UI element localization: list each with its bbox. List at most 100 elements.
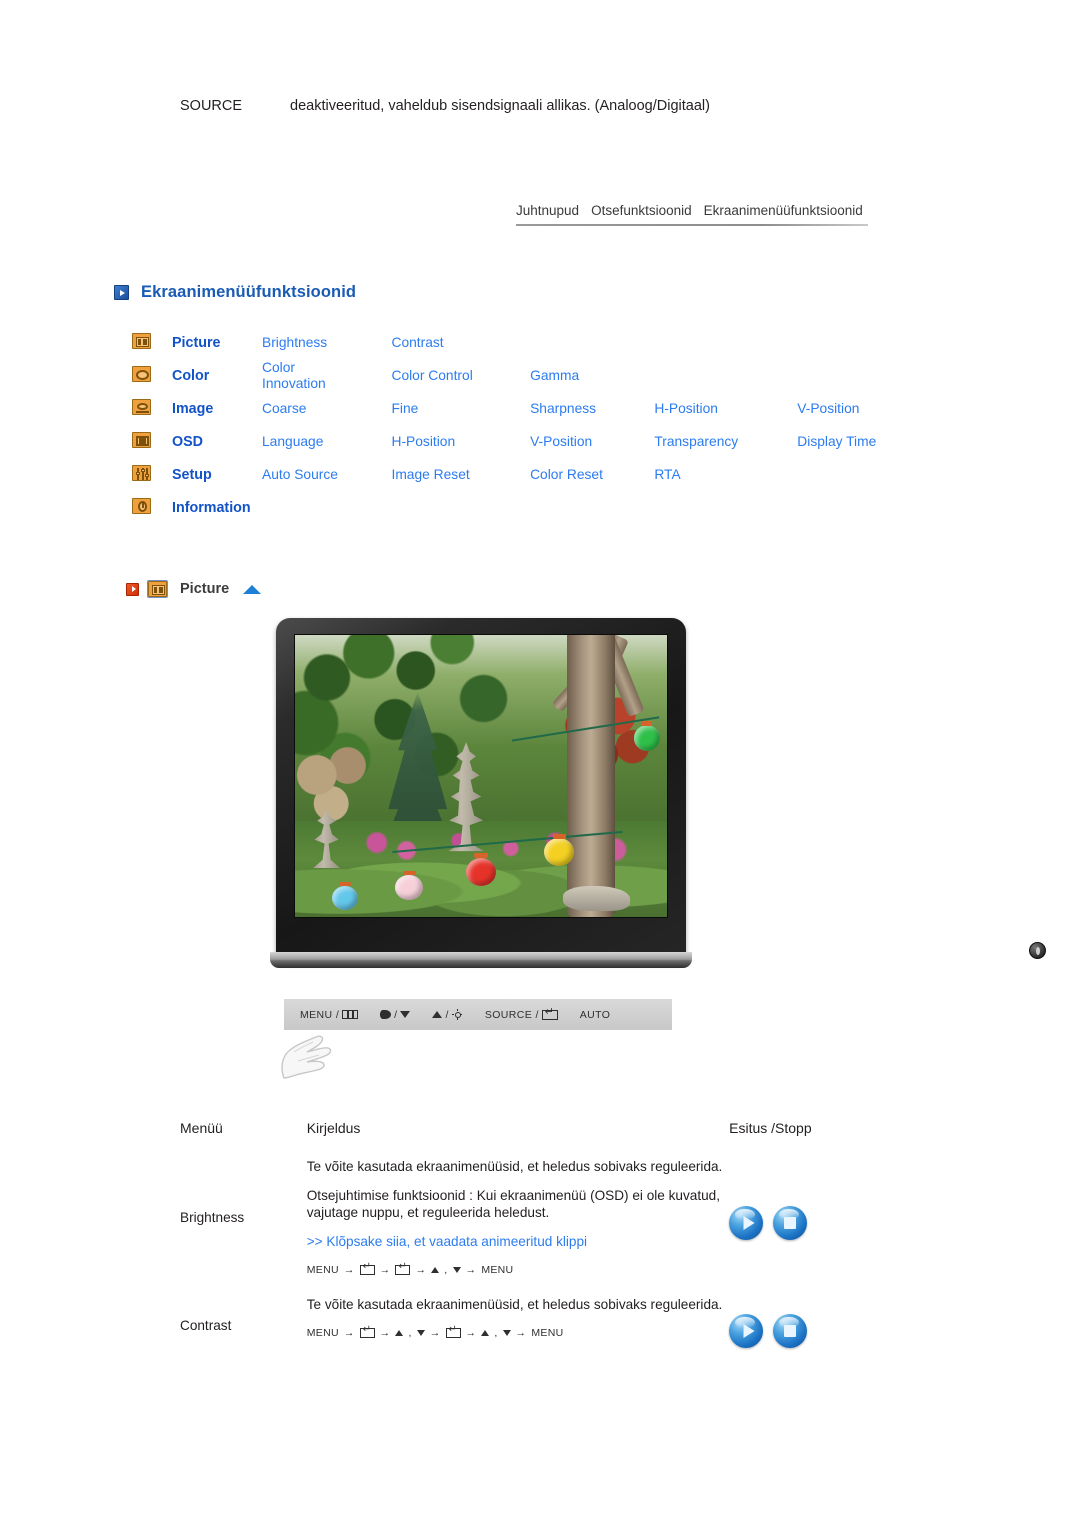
submenu-cell-empty xyxy=(654,359,797,392)
play-button[interactable] xyxy=(729,1314,764,1348)
photo-rock xyxy=(562,886,630,912)
info-icon xyxy=(132,498,151,514)
menu-label-brightness: Brightness xyxy=(180,1210,245,1225)
arrow-right-icon: → xyxy=(343,1327,355,1339)
submenu-image-reset[interactable]: Image Reset xyxy=(391,467,469,482)
submenu-cell[interactable]: H-Position xyxy=(654,392,797,425)
submenu-osd-h-position[interactable]: H-Position xyxy=(391,434,455,449)
submenu-display-time[interactable]: Display Time xyxy=(797,434,876,449)
submenu-cell[interactable]: Color Control xyxy=(391,359,530,392)
monitor-illustration xyxy=(276,618,686,963)
submenu-coarse[interactable]: Coarse xyxy=(262,401,306,416)
brightness-sun-icon xyxy=(451,1009,463,1020)
control-auto-button[interactable]: AUTO xyxy=(580,1009,611,1021)
tab-juhtnupud[interactable]: Juhtnupud xyxy=(516,203,579,218)
play-button[interactable] xyxy=(729,1206,764,1240)
submenu-rta[interactable]: RTA xyxy=(654,467,680,482)
submenu-cell[interactable]: Brightness xyxy=(262,326,391,359)
control-slash-label: / xyxy=(445,1008,449,1021)
menu-name-cell[interactable]: Information xyxy=(172,491,262,524)
submenu-cell[interactable]: V-Position xyxy=(530,425,654,458)
control-auto-label: AUTO xyxy=(579,1008,611,1021)
photo-lantern-blue xyxy=(332,882,359,910)
arrow-down-icon xyxy=(502,1330,511,1336)
control-menu-button[interactable]: MENU / xyxy=(300,1009,359,1021)
power-button-icon[interactable] xyxy=(1029,942,1046,959)
collapse-up-icon[interactable] xyxy=(243,584,262,594)
submenu-cell-empty xyxy=(391,491,530,524)
submenu-gamma[interactable]: Gamma xyxy=(530,368,579,383)
menu-glyph-icon xyxy=(342,1010,359,1019)
image-icon xyxy=(132,399,151,415)
menu-name-cell[interactable]: Color xyxy=(172,359,262,392)
submenu-osd-v-position[interactable]: V-Position xyxy=(530,434,592,449)
arrow-up-icon xyxy=(431,1267,440,1273)
submenu-cell[interactable]: Gamma xyxy=(530,359,654,392)
control-source-label: SOURCE / xyxy=(484,1008,539,1021)
menu-icon-cell xyxy=(132,326,172,359)
submenu-image-h-position[interactable]: H-Position xyxy=(654,401,718,416)
animated-clip-link[interactable]: >> Klõpsake siia, et vaadata animeeritud… xyxy=(307,1233,729,1250)
tab-underline xyxy=(516,224,868,226)
submenu-color-innovation[interactable]: Color Innovation xyxy=(262,360,326,391)
garden-photo xyxy=(295,635,667,917)
picture-icon xyxy=(132,333,151,349)
menu-name-information: Information xyxy=(172,499,251,516)
submenu-cell[interactable]: Display Time xyxy=(797,425,932,458)
header-description: Kirjeldus xyxy=(306,1120,361,1136)
submenu-cell[interactable]: Color Innovation xyxy=(262,359,391,392)
submenu-cell[interactable]: Sharpness xyxy=(530,392,654,425)
menu-name-cell[interactable]: Setup xyxy=(172,458,262,491)
menu-name-cell[interactable]: Image xyxy=(172,392,262,425)
stop-button[interactable] xyxy=(773,1314,808,1348)
submenu-cell[interactable]: Color Reset xyxy=(530,458,654,491)
tab-otsefunktsioonid[interactable]: Otsefunktsioonid xyxy=(591,203,692,218)
description-paragraph: Otsejuhtimise funktsioonid : Kui ekraani… xyxy=(306,1188,721,1220)
row-play-stop-cell xyxy=(729,1154,880,1292)
monitor-screen xyxy=(294,634,668,918)
description-table: Menüü Kirjeldus Esitus /Stopp Brightness… xyxy=(180,1112,880,1364)
submenu-sharpness[interactable]: Sharpness xyxy=(530,401,596,416)
submenu-color-reset[interactable]: Color Reset xyxy=(530,467,603,482)
control-slash-label: / xyxy=(394,1008,398,1021)
tab-bar: Juhtnupud Otsefunktsioonid Ekraanimenüüf… xyxy=(516,203,868,226)
enter-key-icon xyxy=(541,1007,558,1020)
submenu-cell[interactable]: Image Reset xyxy=(391,458,530,491)
arrow-right-icon: → xyxy=(465,1264,477,1276)
comma-separator: , xyxy=(408,1327,412,1339)
tab-ekraanimenuufunktsioonid[interactable]: Ekraanimenüüfunktsioonid xyxy=(704,203,863,218)
submenu-auto-source[interactable]: Auto Source xyxy=(262,467,338,482)
menu-name-cell[interactable]: OSD xyxy=(172,425,262,458)
submenu-fine[interactable]: Fine xyxy=(391,401,418,416)
table-row: Image Coarse Fine Sharpness H-Position V… xyxy=(132,392,932,425)
hand-pointer-illustration xyxy=(281,1035,332,1079)
submenu-cell[interactable]: Fine xyxy=(391,392,530,425)
control-contrast-down-button[interactable]: / xyxy=(380,1008,411,1021)
submenu-cell[interactable]: V-Position xyxy=(797,392,932,425)
submenu-cell[interactable]: H-Position xyxy=(391,425,530,458)
submenu-cell[interactable]: Transparency xyxy=(654,425,797,458)
submenu-color-control[interactable]: Color Control xyxy=(391,368,472,383)
control-up-brightness-button[interactable]: / xyxy=(432,1008,463,1021)
control-source-button[interactable]: SOURCE / xyxy=(484,1007,558,1021)
submenu-cell-empty xyxy=(654,326,797,359)
submenu-cell[interactable]: Auto Source xyxy=(262,458,391,491)
submenu-contrast[interactable]: Contrast xyxy=(391,335,443,350)
submenu-image-v-position[interactable]: V-Position xyxy=(797,401,859,416)
submenu-cell[interactable]: RTA xyxy=(654,458,797,491)
menu-name-cell[interactable]: Picture xyxy=(172,326,262,359)
submenu-cell[interactable]: Contrast xyxy=(391,326,530,359)
enter-key-icon xyxy=(395,1262,411,1275)
stop-button[interactable] xyxy=(773,1206,808,1240)
submenu-cell[interactable]: Coarse xyxy=(262,392,391,425)
photo-tree-trunk xyxy=(566,635,615,917)
osd-icon xyxy=(132,432,151,448)
submenu-language[interactable]: Language xyxy=(262,434,323,449)
submenu-cell[interactable]: Language xyxy=(262,425,391,458)
enter-key-icon xyxy=(359,1262,375,1275)
submenu-brightness[interactable]: Brightness xyxy=(262,335,327,350)
submenu-transparency[interactable]: Transparency xyxy=(654,434,738,449)
menu-icon-cell xyxy=(132,359,172,392)
nav-menu-label-end: MENU xyxy=(481,1264,514,1276)
menu-icon-cell xyxy=(132,458,172,491)
